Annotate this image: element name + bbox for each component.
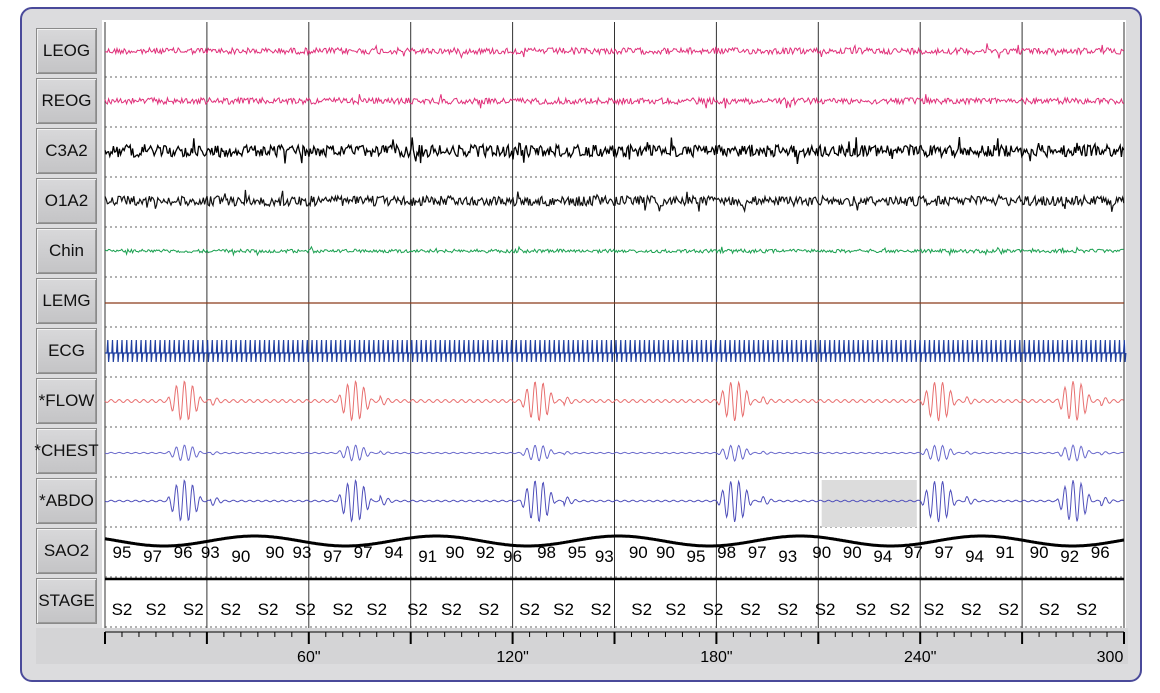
- sao2-value: 97: [143, 547, 162, 566]
- stage-label: S2: [961, 600, 982, 619]
- sao2-value: 90: [629, 543, 648, 562]
- sao2-value: 95: [568, 543, 587, 562]
- stage-label: S2: [889, 600, 910, 619]
- sao2-value: 96: [1091, 543, 1110, 562]
- sao2-value: 96: [174, 543, 193, 562]
- stage-label: S2: [519, 600, 540, 619]
- stage-label: S2: [332, 600, 353, 619]
- stage-label: S2: [146, 600, 167, 619]
- sao2-value: 91: [996, 543, 1015, 562]
- stage-label: S2: [478, 600, 499, 619]
- stage-label: S2: [1076, 600, 1097, 619]
- sao2-value: 94: [873, 547, 892, 566]
- sao2-value: 91: [418, 547, 437, 566]
- time-tick-label: 300: [1097, 649, 1124, 666]
- stage-label: S2: [998, 600, 1019, 619]
- stage-label: S2: [923, 600, 944, 619]
- sao2-value: 93: [595, 547, 614, 566]
- sao2-value: 93: [778, 547, 797, 566]
- stage-label: S2: [366, 600, 387, 619]
- stage-label: S2: [631, 600, 652, 619]
- stage-label: S2: [665, 600, 686, 619]
- sao2-value: 97: [323, 547, 342, 566]
- stage-label: S2: [815, 600, 836, 619]
- sao2-value: 98: [537, 543, 556, 562]
- stage-label: S2: [220, 600, 241, 619]
- time-tick-label: 120": [496, 649, 528, 666]
- sao2-value: 97: [354, 543, 373, 562]
- sao2-value: 90: [843, 543, 862, 562]
- stage-label: S2: [553, 600, 574, 619]
- sao2-value: 93: [293, 543, 312, 562]
- time-tick-label: 240": [904, 649, 936, 666]
- stage-label: S2: [591, 600, 612, 619]
- stage-label: S2: [740, 600, 761, 619]
- sao2-value: 92: [1060, 547, 1079, 566]
- sao2-value: 97: [748, 543, 767, 562]
- sao2-value: 92: [476, 543, 495, 562]
- stage-label: S2: [295, 600, 316, 619]
- stage-label: S2: [441, 600, 462, 619]
- sao2-value: 90: [231, 547, 250, 566]
- sao2-value: 97: [904, 543, 923, 562]
- sao2-value: 93: [201, 543, 220, 562]
- sao2-value: 94: [965, 547, 984, 566]
- time-tick-label: 180": [700, 649, 732, 666]
- stage-label: S2: [258, 600, 279, 619]
- stage-label: S2: [183, 600, 204, 619]
- sao2-value: 95: [113, 543, 132, 562]
- sao2-value: 90: [265, 543, 284, 562]
- sao2-value: 90: [656, 543, 675, 562]
- stage-label: S2: [855, 600, 876, 619]
- stage-label: S2: [112, 600, 133, 619]
- sao2-value: 95: [687, 547, 706, 566]
- artifact-highlight: [821, 480, 917, 527]
- stage-label: S2: [703, 600, 724, 619]
- stage-label: S2: [777, 600, 798, 619]
- sao2-value: 90: [812, 543, 831, 562]
- sao2-value: 97: [935, 543, 954, 562]
- stage-label: S2: [1039, 600, 1060, 619]
- sao2-value: 96: [503, 547, 522, 566]
- sao2-value: 90: [445, 543, 464, 562]
- time-tick-label: 60": [297, 649, 320, 666]
- time-axis-band: [36, 628, 1128, 664]
- polysomnography-trace-area[interactable]: 95 97 96 93 90 90 93 97 97 94 91 90 92 96 98 95 93 90 90 95…: [0, 0, 1160, 693]
- stage-label: S2: [407, 600, 428, 619]
- sao2-value: 98: [717, 543, 736, 562]
- sao2-value: 94: [384, 543, 403, 562]
- sao2-value: 90: [1030, 543, 1049, 562]
